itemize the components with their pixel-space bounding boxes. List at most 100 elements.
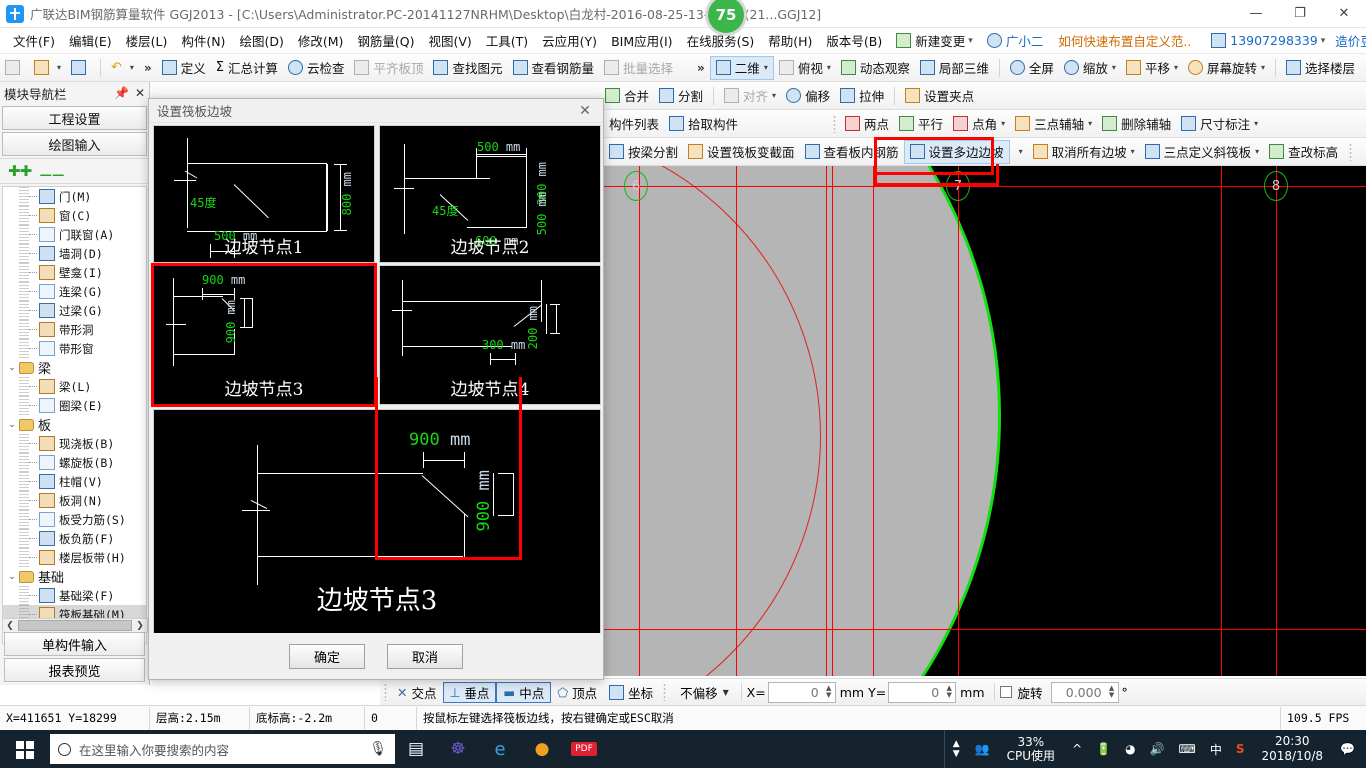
local-3d-button[interactable]: 局部三维 (915, 56, 994, 80)
set-poly-slope-button[interactable]: 设置多边边坡 (903, 139, 1010, 164)
menu-tools[interactable]: 工具(T) (479, 29, 535, 52)
menu-help[interactable]: 帮助(H) (761, 29, 819, 52)
promo-link[interactable]: 如何快速布置自定义范.. (1050, 31, 1199, 50)
scroll-thumb[interactable] (18, 620, 132, 631)
app-teams-button[interactable]: ☸ (437, 730, 479, 768)
slope-option-1[interactable]: 800 mm 500 mm 45度 边坡节点1 (153, 125, 375, 263)
delete-axis-button[interactable]: 删除辅轴 (1097, 112, 1176, 136)
tree-item[interactable]: 柱帽(V) (3, 472, 146, 491)
rotate-spinner[interactable]: ▲ ▼ (1106, 685, 1118, 699)
cloud-check-button[interactable]: 云检查 (283, 56, 350, 80)
component-tree[interactable]: 门(M) 窗(C) 门联窗(A) 墙洞(D) 壁龛(I) 连梁(G) 过梁(G) 带形洞 带形窗… (2, 186, 147, 644)
toolbar1-overflow-button[interactable]: » (139, 61, 157, 75)
start-button[interactable] (0, 730, 48, 768)
orbit-button[interactable]: 动态观察 (836, 56, 915, 80)
tree-item[interactable]: 带形洞 (3, 320, 146, 339)
tree-item[interactable]: 窗(C) (3, 206, 146, 225)
dialog-close-icon[interactable]: ✕ (571, 100, 599, 122)
axis-bubble-6[interactable]: 6 (624, 171, 648, 201)
new-change-button[interactable]: 新建变更 ▾ (889, 29, 980, 52)
tree-item[interactable]: 板洞(N) (3, 491, 146, 510)
report-preview-button[interactable]: 报表预览 (4, 658, 145, 682)
select-floor-button[interactable]: 选择楼层 (1281, 56, 1360, 80)
axis-bubble-8[interactable]: 8 (1264, 171, 1288, 201)
parallel-button[interactable]: 平行 (894, 112, 948, 136)
keyboard-icon[interactable]: ⌨ (1172, 730, 1203, 768)
app-edge-button[interactable]: e (479, 730, 521, 768)
tree-folder[interactable]: ⌄ 基础 (3, 567, 146, 586)
chevron-down-icon[interactable]: ⌄ (5, 572, 19, 582)
tree-item[interactable]: 螺旋板(B) (3, 453, 146, 472)
ime-indicator[interactable]: 中 (1203, 730, 1229, 768)
tree-horizontal-scrollbar[interactable]: ❮ ❯ (2, 618, 148, 633)
sogou-tray-icon[interactable]: S (1229, 730, 1252, 768)
stretch-button[interactable]: 拉伸 (835, 84, 889, 108)
minimize-button[interactable]: — (1234, 0, 1278, 28)
split-button[interactable]: 分割 (654, 84, 708, 108)
scroll-left-arrow-icon[interactable]: ❮ (3, 621, 17, 631)
menu-file[interactable]: 文件(F) (6, 29, 62, 52)
menu-floor[interactable]: 楼层(L) (119, 29, 175, 52)
cpu-meter[interactable]: 33% CPU使用 (997, 735, 1065, 763)
user-account[interactable]: 广小二 (980, 29, 1051, 52)
tree-item[interactable]: 门联窗(A) (3, 225, 146, 244)
rotate-input[interactable]: 0.000 ▲ ▼ (1050, 681, 1119, 703)
menu-modify[interactable]: 修改(M) (291, 29, 351, 52)
expand-all-icon[interactable]: ✚✚ (8, 162, 32, 180)
slope-option-2[interactable]: 500 mm 300 mm 500 mm 600 mm 45度 边坡节点2 (379, 125, 601, 263)
tree-item[interactable]: 墙洞(D) (3, 244, 146, 263)
three-point-raft-button[interactable]: 三点定义斜筏板 ▾ (1140, 140, 1265, 164)
phone-number-label[interactable]: 13907298339 (1230, 33, 1317, 48)
ok-button[interactable]: 确定 (289, 643, 365, 669)
edit-elevation-button[interactable]: 查改标高 (1264, 140, 1343, 164)
tree-item[interactable]: 基础梁(F) (3, 586, 146, 605)
screen-rotate-button[interactable]: 屏幕旋转 ▾ (1183, 56, 1270, 80)
snap-midpoint[interactable]: ▬ 中点 (496, 681, 552, 703)
project-settings-button[interactable]: 工程设置 (2, 106, 147, 130)
x-offset-spinner[interactable]: ▲ ▼ (823, 685, 835, 699)
collapse-all-icon[interactable]: ⚊⚊ (39, 162, 65, 180)
wifi-icon[interactable]: ◕ (1118, 730, 1142, 768)
people-icon[interactable]: 👥 (968, 730, 997, 768)
tree-item[interactable]: 过梁(G) (3, 301, 146, 320)
chevron-down-icon[interactable]: ⌄ (5, 420, 19, 430)
chevron-down-icon-account[interactable]: ▾ (1321, 36, 1326, 46)
tree-folder[interactable]: ⌄ 梁 (3, 358, 146, 377)
slope-option-3[interactable]: 900 mm 900 mm 边坡节点3 (151, 263, 377, 407)
split-by-beam-button[interactable]: 按梁分割 (604, 140, 683, 164)
x-offset-input[interactable]: 0 ▲ ▼ (767, 681, 836, 703)
taskbar-search-input[interactable]: 在这里输入你要搜索的内容 🎙 (50, 734, 395, 764)
new-file-button[interactable] (0, 56, 29, 80)
slope-option-4[interactable]: 300 mm 200 mm 边坡节点4 (379, 265, 601, 405)
dimension-button[interactable]: 尺寸标注 ▾ (1176, 112, 1263, 136)
cancel-button[interactable]: 取消 (387, 643, 463, 669)
menu-version[interactable]: 版本号(B) (819, 29, 889, 52)
cancel-all-slope-button[interactable]: 取消所有边坡 ▾ (1028, 140, 1140, 164)
snap-perpendicular[interactable]: ⊥ 垂点 (442, 681, 497, 703)
menu-rebar[interactable]: 钢筋量(Q) (350, 29, 421, 52)
single-component-input-button[interactable]: 单构件输入 (4, 632, 145, 656)
microphone-icon[interactable]: 🎙 (369, 741, 387, 757)
tree-item[interactable]: 壁龛(I) (3, 263, 146, 282)
menu-bim-app[interactable]: BIM应用(I) (604, 29, 680, 52)
tree-folder[interactable]: ⌄ 板 (3, 415, 146, 434)
view-rebar-button[interactable]: 查看钢筋量 (508, 56, 600, 80)
scroll-right-arrow-icon[interactable]: ❯ (133, 621, 147, 631)
offset-mode-select[interactable]: 不偏移 ▼ (674, 682, 736, 703)
two-point-button[interactable]: 两点 (840, 112, 894, 136)
show-hidden-icons-chevron-up-icon[interactable]: ^ (1065, 730, 1089, 768)
zoom-button[interactable]: 缩放 ▾ (1059, 56, 1121, 80)
top-view-button[interactable]: 俯视 ▾ (774, 56, 836, 80)
find-element-button[interactable]: 查找图元 (428, 56, 507, 80)
menu-cloud-app[interactable]: 云应用(Y) (535, 29, 604, 52)
snap-vertex[interactable]: ⬠ 顶点 (551, 682, 603, 703)
clock[interactable]: 20:30 2018/10/8 (1252, 734, 1334, 764)
tree-item[interactable]: 板负筋(F) (3, 529, 146, 548)
three-point-axis-button[interactable]: 三点辅轴 ▾ (1010, 112, 1097, 136)
point-angle-button[interactable]: 点角 ▾ (948, 112, 1010, 136)
app-pdf-button[interactable]: PDF (563, 730, 605, 768)
y-offset-input[interactable]: 0 ▲ ▼ (888, 681, 957, 703)
tree-item[interactable]: 板受力筋(S) (3, 510, 146, 529)
fullscreen-button[interactable]: 全屏 (1005, 56, 1059, 80)
tree-item[interactable]: 梁(L) (3, 377, 146, 396)
